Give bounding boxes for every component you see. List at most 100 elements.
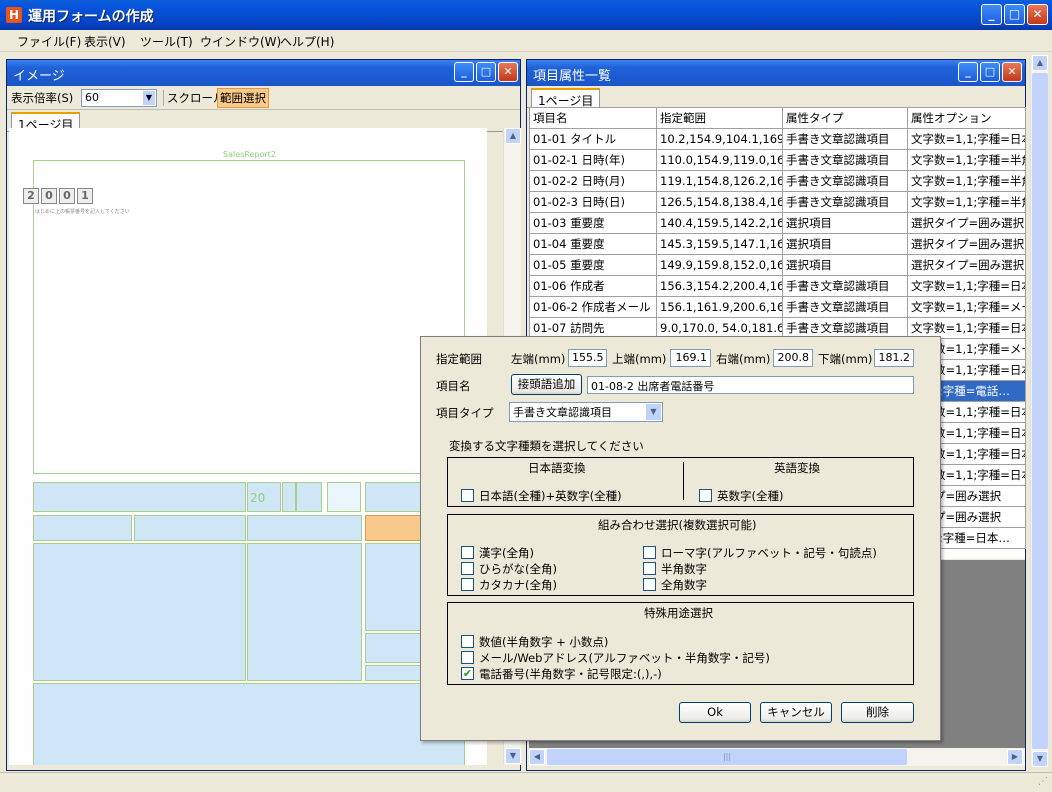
fullwidth-digit-checkbox[interactable] bbox=[643, 578, 656, 591]
grid-horizontal-scrollbar[interactable]: ◀ ||| ▶ bbox=[529, 748, 1025, 766]
column-header-option[interactable]: 属性オプション bbox=[907, 107, 1026, 129]
katakana-checkbox[interactable] bbox=[461, 578, 474, 591]
scroll-up-icon[interactable]: ▲ bbox=[505, 128, 521, 144]
chevron-down-icon[interactable]: ▼ bbox=[646, 404, 661, 420]
maximize-icon[interactable]: □ bbox=[980, 62, 1000, 82]
table-cell[interactable]: 手書き文章認識項目 bbox=[782, 149, 908, 171]
zoom-select[interactable]: 60 ▼ bbox=[81, 89, 157, 107]
hiragana-checkbox[interactable] bbox=[461, 562, 474, 575]
table-cell[interactable]: 119.1,154.8,126.2,168.8 bbox=[656, 170, 783, 192]
table-cell[interactable]: 01-03 重要度 bbox=[529, 212, 657, 234]
right-field[interactable]: 200.8 bbox=[773, 349, 813, 367]
table-cell[interactable]: 選択項目 bbox=[782, 212, 908, 234]
ok-button[interactable]: Ok bbox=[679, 702, 751, 723]
left-field[interactable]: 155.5 bbox=[568, 349, 607, 367]
maximize-icon[interactable]: □ bbox=[476, 62, 496, 82]
phone-checkbox[interactable]: ✔ bbox=[461, 667, 474, 680]
scroll-left-icon[interactable]: ◀ bbox=[529, 749, 545, 765]
scrollbar-thumb[interactable]: ||| bbox=[547, 749, 907, 765]
minimize-icon[interactable]: _ bbox=[981, 4, 1002, 25]
table-cell[interactable]: 選択タイプ=囲み選択 bbox=[907, 212, 1026, 234]
minimize-icon[interactable]: _ bbox=[454, 62, 474, 82]
table-cell[interactable]: 145.3,159.5,147.1,166.5 bbox=[656, 233, 783, 255]
en-all-checkbox[interactable] bbox=[699, 489, 712, 502]
column-header-name[interactable]: 項目名 bbox=[529, 107, 657, 129]
table-cell[interactable]: 126.5,154.8,138.4,168.5 bbox=[656, 191, 783, 213]
minimize-icon[interactable]: _ bbox=[958, 62, 978, 82]
table-cell[interactable]: 01-02-3 日時(日) bbox=[529, 191, 657, 213]
column-header-range[interactable]: 指定範囲 bbox=[656, 107, 783, 129]
close-icon[interactable]: ✕ bbox=[1027, 4, 1048, 25]
delete-button[interactable]: 削除 bbox=[841, 702, 914, 723]
column-header-type[interactable]: 属性タイプ bbox=[782, 107, 908, 129]
main-vertical-scrollbar[interactable]: ▲ ▼ bbox=[1030, 55, 1048, 767]
add-prefix-button[interactable]: 接頭語追加 bbox=[511, 374, 582, 395]
table-cell[interactable]: 156.1,161.9,200.6,169.6 bbox=[656, 296, 783, 318]
table-cell[interactable]: 手書き文章認識項目 bbox=[782, 191, 908, 213]
table-row[interactable]: 01-01 タイトル 10.2,154.9,104.1,169.0 手書き文章認識項… bbox=[529, 128, 1026, 150]
table-cell[interactable]: 文字数=1,1;字種=メー… bbox=[907, 296, 1026, 318]
table-cell[interactable]: 選択タイプ=囲み選択 bbox=[907, 254, 1026, 276]
table-cell[interactable]: 選択タイプ=囲み選択 bbox=[907, 233, 1026, 255]
kanji-checkbox[interactable] bbox=[461, 546, 474, 559]
table-cell[interactable]: 選択項目 bbox=[782, 254, 908, 276]
table-cell[interactable]: 文字数=1,1;字種=日本… bbox=[907, 275, 1026, 297]
menu-view[interactable]: 表示(V) bbox=[84, 33, 126, 50]
table-cell[interactable]: 文字数=1,1;字種=半角… bbox=[907, 149, 1026, 171]
scroll-down-icon[interactable]: ▼ bbox=[1032, 751, 1048, 767]
close-icon[interactable]: ✕ bbox=[498, 62, 518, 82]
table-cell[interactable]: 文字数=1,1;字種=半角… bbox=[907, 191, 1026, 213]
scroll-up-icon[interactable]: ▲ bbox=[1032, 55, 1048, 71]
table-cell[interactable]: 01-02-1 日時(年) bbox=[529, 149, 657, 171]
table-cell[interactable]: 01-02-2 日時(月) bbox=[529, 170, 657, 192]
table-cell[interactable]: 156.3,154.2,200.4,162.6 bbox=[656, 275, 783, 297]
table-cell[interactable]: 140.4,159.5,142.2,166.2 bbox=[656, 212, 783, 234]
jp-all-checkbox[interactable] bbox=[461, 489, 474, 502]
close-icon[interactable]: ✕ bbox=[1002, 62, 1022, 82]
menu-tools[interactable]: ツール(T) bbox=[140, 33, 193, 50]
bottom-field[interactable]: 181.2 bbox=[874, 349, 914, 367]
table-cell[interactable]: 01-06-2 作成者メール bbox=[529, 296, 657, 318]
table-cell[interactable]: 01-04 重要度 bbox=[529, 233, 657, 255]
table-cell[interactable]: 選択項目 bbox=[782, 233, 908, 255]
chevron-down-icon[interactable]: ▼ bbox=[143, 91, 155, 105]
table-cell[interactable]: 手書き文章認識項目 bbox=[782, 128, 908, 150]
cancel-button[interactable]: キャンセル bbox=[760, 702, 832, 723]
table-row[interactable]: 01-06 作成者156.3,154.2,200.4,162.6手書き文章認識項… bbox=[529, 275, 1026, 297]
table-cell[interactable]: 01-06 作成者 bbox=[529, 275, 657, 297]
scroll-right-icon[interactable]: ▶ bbox=[1007, 749, 1023, 765]
table-row[interactable]: 01-02-2 日時(月)119.1,154.8,126.2,168.8手書き文… bbox=[529, 170, 1026, 192]
maximize-icon[interactable]: □ bbox=[1004, 4, 1025, 25]
table-cell[interactable]: 149.9,159.8,152.0,166.5 bbox=[656, 254, 783, 276]
table-row[interactable]: 01-05 重要度149.9,159.8,152.0,166.5選択項目選択タイ… bbox=[529, 254, 1026, 276]
item-name-field[interactable]: 01-08-2 出席者電話番号 bbox=[587, 376, 914, 394]
scroll-down-icon[interactable]: ▼ bbox=[505, 748, 521, 764]
halfwidth-digit-checkbox[interactable] bbox=[643, 562, 656, 575]
range-select-button[interactable]: 範囲選択 bbox=[217, 88, 269, 108]
table-cell[interactable]: 手書き文章認識項目 bbox=[782, 170, 908, 192]
image-window-titlebar[interactable]: イメージ _ □ ✕ bbox=[7, 60, 520, 86]
table-cell[interactable]: 01-05 重要度 bbox=[529, 254, 657, 276]
resize-grip-icon[interactable]: ⋰ bbox=[1038, 776, 1048, 787]
item-type-select[interactable]: 手書き文章認識項目 ▼ bbox=[509, 402, 663, 422]
table-cell[interactable]: 01-01 タイトル bbox=[529, 128, 657, 150]
menu-file[interactable]: ファイル(F) bbox=[17, 33, 81, 50]
table-row[interactable]: 01-02-1 日時(年)110.0,154.9,119.0,168.6手書き文… bbox=[529, 149, 1026, 171]
table-row[interactable]: 01-03 重要度140.4,159.5,142.2,166.2選択項目選択タイ… bbox=[529, 212, 1026, 234]
table-cell[interactable]: 文字数=1,1;字種=日本… bbox=[907, 128, 1026, 150]
romaji-checkbox[interactable] bbox=[643, 546, 656, 559]
table-cell[interactable]: 手書き文章認識項目 bbox=[782, 275, 908, 297]
menu-window[interactable]: ウインドウ(W) bbox=[200, 33, 281, 50]
table-cell[interactable]: 10.2,154.9,104.1,169.0 bbox=[656, 128, 783, 150]
numeric-checkbox[interactable] bbox=[461, 635, 474, 648]
top-field[interactable]: 169.1 bbox=[670, 349, 711, 367]
table-row[interactable]: 01-04 重要度145.3,159.5,147.1,166.5選択項目選択タイ… bbox=[529, 233, 1026, 255]
table-cell[interactable]: 110.0,154.9,119.0,168.6 bbox=[656, 149, 783, 171]
table-row[interactable]: 01-02-3 日時(日)126.5,154.8,138.4,168.5手書き文… bbox=[529, 191, 1026, 213]
scrollbar-thumb[interactable] bbox=[1032, 73, 1048, 749]
form-image-canvas[interactable]: SalesReport2 2 0 0 1 はじめに上の帳票番号を記入してください… bbox=[9, 128, 487, 765]
email-web-checkbox[interactable] bbox=[461, 651, 474, 664]
attribute-window-titlebar[interactable]: 項目属性一覧 _ □ ✕ bbox=[527, 60, 1025, 86]
menu-help[interactable]: ヘルプ(H) bbox=[280, 33, 334, 50]
tab-page1[interactable]: 1ページ目 bbox=[531, 88, 601, 109]
